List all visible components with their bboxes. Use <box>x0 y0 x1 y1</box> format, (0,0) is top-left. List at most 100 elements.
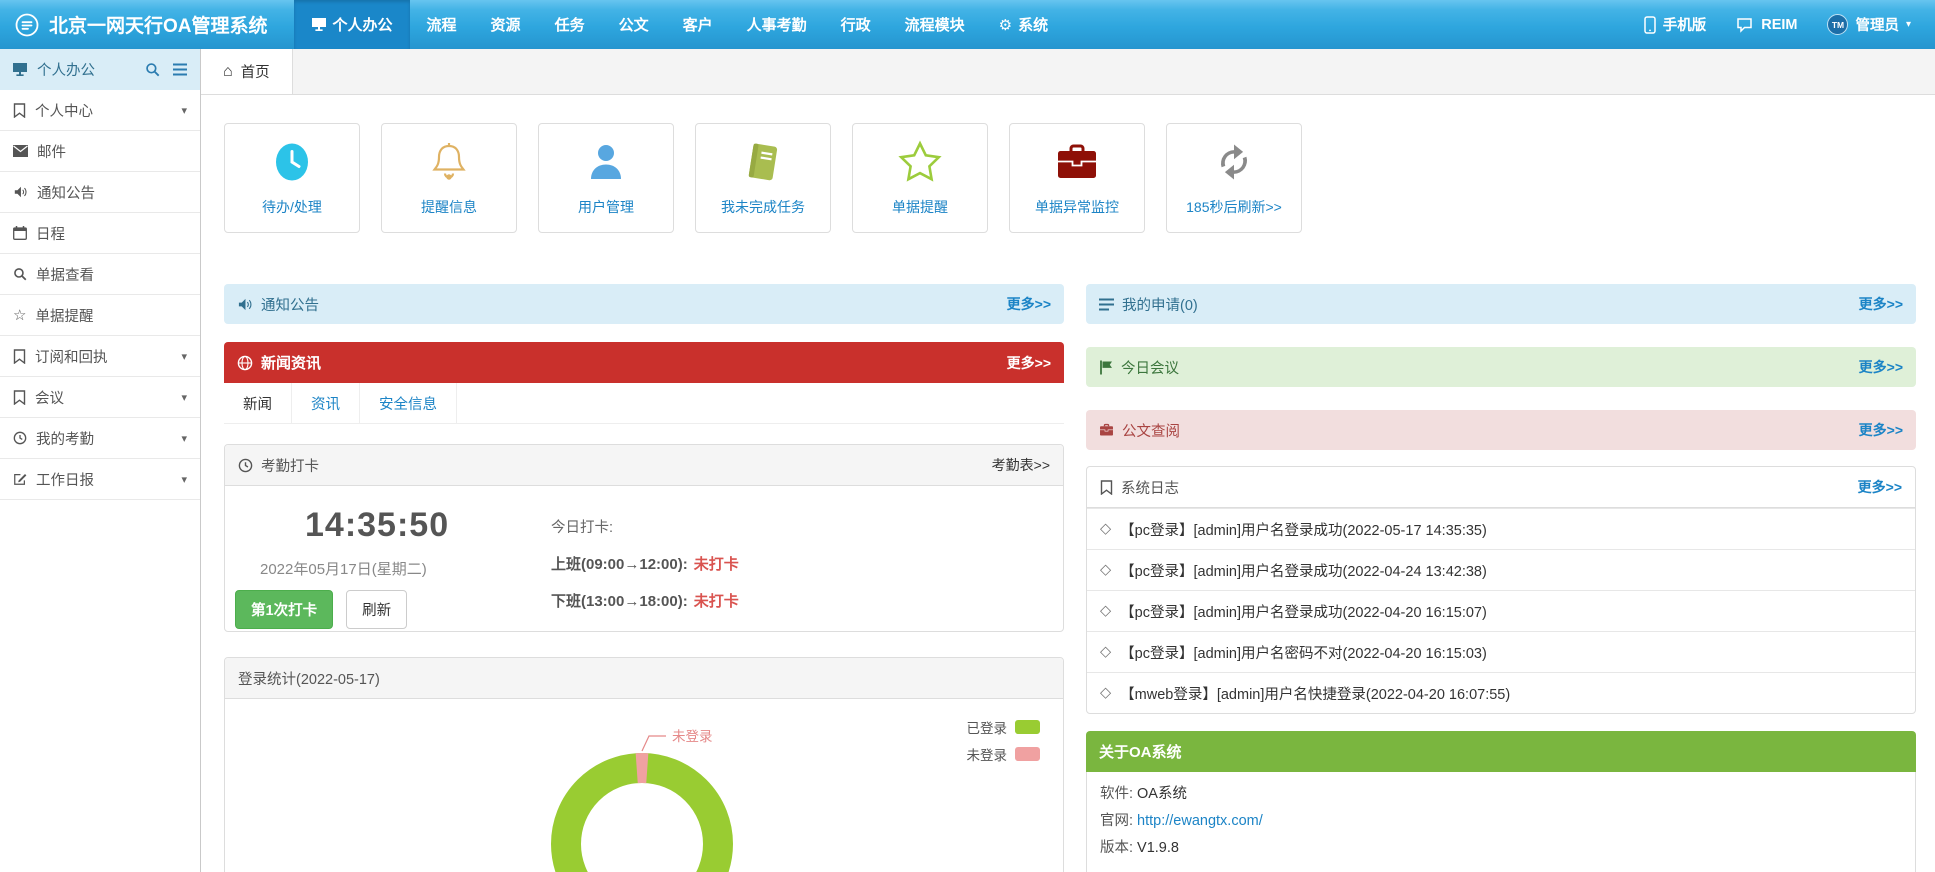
card-document-remind[interactable]: 单据提醒 <box>852 123 988 233</box>
news-header: 新闻资讯 更多>> <box>224 342 1064 383</box>
nav-item-customers[interactable]: 客户 <box>666 0 730 49</box>
card-unfinished-tasks[interactable]: 我未完成任务 <box>695 123 831 233</box>
sidebar-item-schedule[interactable]: 日程 <box>0 213 200 254</box>
sidebar-item-document-view[interactable]: 单据查看 <box>0 254 200 295</box>
notice-more-link[interactable]: 更多>> <box>1007 294 1051 314</box>
caret-down-icon: ▾ <box>181 473 187 486</box>
home-icon: ⌂ <box>223 63 233 81</box>
my-apply-more-link[interactable]: 更多>> <box>1859 294 1903 314</box>
nav-item-workflow[interactable]: 流程 <box>410 0 474 49</box>
nav-item-workflow-module[interactable]: 流程模块 <box>888 0 982 49</box>
about-software-row: 软件:OA系统 <box>1100 784 1902 805</box>
caret-down-icon: ▾ <box>181 104 187 117</box>
bookmark-icon <box>1100 480 1113 495</box>
legend-item-logged-in[interactable]: 已登录 <box>967 717 1041 737</box>
current-time: 14:35:50 <box>305 506 551 545</box>
nav-item-resources[interactable]: 资源 <box>474 0 538 49</box>
sidebar-item-meeting[interactable]: 会议 ▾ <box>0 377 200 418</box>
monitor-icon <box>12 63 28 77</box>
sys-log-header: 系统日志 更多>> <box>1087 467 1915 508</box>
panel-title: 我的申请(0) <box>1122 294 1198 315</box>
panel-attendance: 考勤打卡 考勤表>> 14:35:50 2022年05月17日(星期二) 第1次… <box>224 444 1064 632</box>
nav-item-system[interactable]: ⚙ 系统 <box>982 0 1065 49</box>
envelope-icon <box>13 145 28 157</box>
news-tab-info[interactable]: 资讯 <box>292 383 360 423</box>
user-menu[interactable]: TM 管理员 ▾ <box>1827 14 1911 35</box>
panel-about: 关于OA系统 软件:OA系统 官网:http://ewangtx.com/ 版本… <box>1086 731 1916 872</box>
user-icon <box>585 140 627 184</box>
edit-icon <box>13 472 27 486</box>
nav-item-documents[interactable]: 公文 <box>602 0 666 49</box>
globe-icon <box>237 355 253 371</box>
user-name: 管理员 <box>1855 14 1899 35</box>
attendance-header: 考勤打卡 考勤表>> <box>225 445 1063 486</box>
dashboard: 待办/处理 提醒信息 用户管理 <box>201 95 1935 872</box>
log-row[interactable]: ◇ 【pc登录】[admin]用户名登录成功(2022-05-17 14:35:… <box>1087 508 1915 549</box>
navbar-right: 手机版 REIM TM 管理员 ▾ <box>1644 0 1935 49</box>
panel-title: 登录统计(2022-05-17) <box>238 668 380 689</box>
today-meeting-more-link[interactable]: 更多>> <box>1859 357 1903 377</box>
monitor-icon <box>311 18 327 32</box>
log-row[interactable]: ◇ 【pc登录】[admin]用户名登录成功(2022-04-24 13:42:… <box>1087 549 1915 590</box>
chat-icon <box>1736 17 1754 33</box>
phone-icon <box>1644 16 1656 34</box>
sys-log-more-link[interactable]: 更多>> <box>1858 477 1902 497</box>
diamond-icon: ◇ <box>1100 644 1111 660</box>
sidebar-item-work-report[interactable]: 工作日报 ▾ <box>0 459 200 500</box>
nav-item-tasks[interactable]: 任务 <box>538 0 602 49</box>
tab-bar: ⌂ 首页 <box>201 49 1935 95</box>
app-title: 北京一网天行OA管理系统 <box>49 11 268 38</box>
tab-home[interactable]: ⌂ 首页 <box>201 49 293 94</box>
sidebar-item-my-attendance[interactable]: 我的考勤 ▾ <box>0 418 200 459</box>
panel-title: 通知公告 <box>261 294 319 315</box>
card-abnormal-monitor[interactable]: 单据异常监控 <box>1009 123 1145 233</box>
diamond-icon: ◇ <box>1100 562 1111 578</box>
log-row[interactable]: ◇ 【mweb登录】[admin]用户名快捷登录(2022-04-20 16:0… <box>1087 672 1915 713</box>
panel-title: 系统日志 <box>1121 477 1179 498</box>
reim-link[interactable]: REIM <box>1736 17 1797 33</box>
bookmark-icon <box>13 103 26 118</box>
nav-item-personal-office[interactable]: 个人办公 <box>294 0 410 49</box>
sidebar-item-subscribe[interactable]: 订阅和回执 ▾ <box>0 336 200 377</box>
panel-today-meeting: 今日会议 更多>> <box>1086 347 1916 387</box>
refresh-button[interactable]: 刷新 <box>346 590 407 629</box>
doc-read-more-link[interactable]: 更多>> <box>1859 420 1903 440</box>
sidebar-item-document-remind[interactable]: ☆ 单据提醒 <box>0 295 200 336</box>
hamburger-icon[interactable] <box>172 63 188 76</box>
log-row[interactable]: ◇ 【pc登录】[admin]用户名登录成功(2022-04-20 16:15:… <box>1087 590 1915 631</box>
today-punch-label: 今日打卡: <box>551 516 739 537</box>
shortcut-cards: 待办/处理 提醒信息 用户管理 <box>224 123 1920 233</box>
card-reminders[interactable]: 提醒信息 <box>381 123 517 233</box>
morning-shift-row: 上班(09:00→12:00):未打卡 <box>551 553 739 574</box>
card-todo[interactable]: 待办/处理 <box>224 123 360 233</box>
donut-chart: 未登录 <box>225 699 1063 872</box>
sidebar-item-personal-center[interactable]: 个人中心 ▾ <box>0 90 200 131</box>
nav-item-administration[interactable]: 行政 <box>824 0 888 49</box>
nav-item-hr-attendance[interactable]: 人事考勤 <box>730 0 824 49</box>
official-site-link[interactable]: http://ewangtx.com/ <box>1137 813 1263 829</box>
card-user-management[interactable]: 用户管理 <box>538 123 674 233</box>
avatar: TM <box>1827 14 1848 35</box>
mobile-version-link[interactable]: 手机版 <box>1644 14 1707 35</box>
punch-in-button[interactable]: 第1次打卡 <box>235 590 333 629</box>
news-tab-security[interactable]: 安全信息 <box>360 383 457 423</box>
sidebar-item-mail[interactable]: 邮件 <box>0 131 200 172</box>
login-stats-chart: 未登录 已登录 未登录 <box>225 699 1063 872</box>
news-more-link[interactable]: 更多>> <box>1007 353 1051 373</box>
panel-title: 新闻资讯 <box>261 352 321 373</box>
list-icon <box>1099 298 1114 311</box>
card-refresh-countdown[interactable]: 185秒后刷新>> <box>1166 123 1302 233</box>
search-icon[interactable] <box>145 62 160 77</box>
star-icon <box>897 140 943 184</box>
speaker-icon <box>13 185 28 199</box>
about-version-row: 版本:V1.9.8 <box>1100 838 1902 859</box>
attendance-sheet-link[interactable]: 考勤表>> <box>992 455 1050 475</box>
sidebar-item-notice[interactable]: 通知公告 <box>0 172 200 213</box>
diamond-icon: ◇ <box>1100 521 1111 537</box>
legend-swatch-pink <box>1015 747 1040 761</box>
legend-item-not-logged-in[interactable]: 未登录 <box>967 744 1041 764</box>
attendance-body: 14:35:50 2022年05月17日(星期二) 第1次打卡 刷新 今日打卡: <box>225 486 1063 631</box>
log-row[interactable]: ◇ 【pc登录】[admin]用户名密码不对(2022-04-20 16:15:… <box>1087 631 1915 672</box>
news-tab-news[interactable]: 新闻 <box>224 383 292 423</box>
diamond-icon: ◇ <box>1100 603 1111 619</box>
